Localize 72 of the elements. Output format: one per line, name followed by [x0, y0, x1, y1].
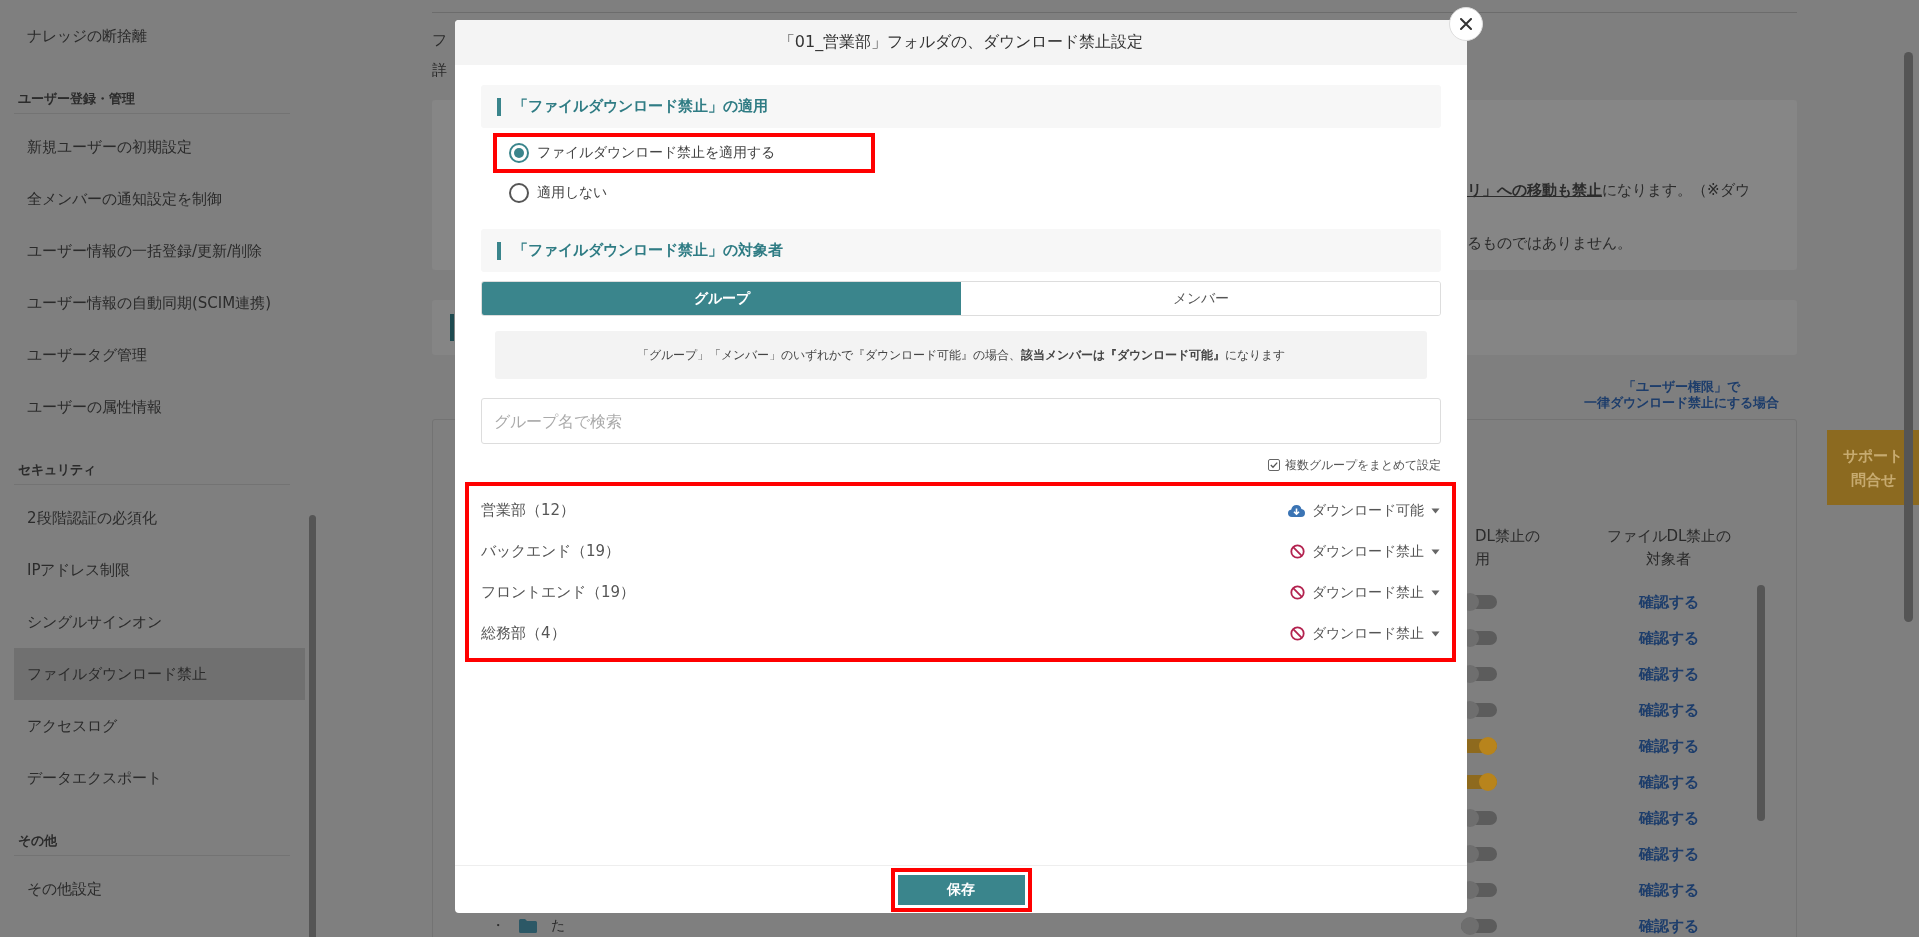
tab[interactable]: グループ — [482, 282, 961, 315]
sidebar-section-title: その他 — [14, 804, 290, 856]
caret-icon — [1431, 507, 1440, 514]
scrollbar[interactable] — [1757, 585, 1765, 821]
group-name: フロントエンド（19） — [481, 583, 636, 602]
intro-text: フ — [432, 30, 447, 51]
group-name: 総務部（4） — [481, 624, 566, 643]
active-tab-marker — [450, 314, 454, 341]
sidebar-item[interactable]: ユーザーの属性情報 — [14, 381, 305, 433]
caret-icon — [1431, 589, 1440, 596]
sidebar-item[interactable]: データエクスポート — [14, 752, 305, 804]
status-dropdown[interactable]: ダウンロード禁止 — [1290, 583, 1440, 602]
confirm-link[interactable]: 確認する — [1639, 844, 1699, 863]
section-heading: 「ファイルダウンロード禁止」の適用 — [481, 85, 1441, 128]
checkbox-option[interactable]: 複数グループをまとめて設定 — [1268, 456, 1441, 474]
user-permission-link[interactable]: 「ユーザー権限」で 一律ダウンロード禁止にする場合 — [1584, 379, 1779, 411]
sidebar-item[interactable]: アクセスログ — [14, 700, 305, 752]
folder-name[interactable]: た — [551, 917, 565, 935]
cloud-download-icon — [1288, 504, 1305, 517]
radio-option[interactable]: 適用しない — [509, 183, 607, 203]
sidebar-item[interactable]: 2段階認証の必須化 — [14, 492, 305, 544]
caret-icon — [1431, 630, 1440, 637]
confirm-link[interactable]: 確認する — [1639, 772, 1699, 791]
scrollbar[interactable] — [309, 515, 316, 937]
intro-text: 詳 — [432, 60, 447, 81]
modal-title: 「01_営業部」フォルダの、ダウンロード禁止設定 — [778, 32, 1144, 53]
section-heading: 「ファイルダウンロード禁止」の対象者 — [481, 229, 1441, 272]
search-field[interactable]: グループ名で検索 — [481, 398, 1441, 444]
notice-text: リ」への移動も禁止になります。（※ダウ — [1467, 180, 1750, 201]
checkbox-icon[interactable] — [1268, 459, 1280, 471]
notice-text: るものではありません。 — [1467, 233, 1632, 254]
prohibited-icon — [1290, 544, 1305, 559]
sidebar-section-title: ユーザー登録・管理 — [14, 62, 290, 114]
toggle-switch[interactable] — [1461, 919, 1497, 933]
confirm-link[interactable]: 確認する — [1639, 664, 1699, 683]
radio-option[interactable]: ファイルダウンロード禁止を適用する — [509, 143, 775, 163]
column-header: DL禁止の 用 — [1475, 526, 1540, 570]
sidebar-item[interactable]: ナレッジの断捨離 — [14, 10, 305, 62]
sidebar-item[interactable]: ユーザー情報の自動同期(SCIM連携) — [14, 277, 305, 329]
prohibited-icon — [1290, 585, 1305, 600]
status-dropdown[interactable]: ダウンロード禁止 — [1290, 542, 1440, 561]
confirm-link[interactable]: 確認する — [1639, 700, 1699, 719]
sidebar-item[interactable]: シングルサインオン — [14, 596, 305, 648]
group-name: 営業部（12） — [481, 501, 576, 520]
sidebar-item[interactable]: IPアドレス制限 — [14, 544, 305, 596]
confirm-link[interactable]: 確認する — [1639, 808, 1699, 827]
close-button[interactable] — [1449, 7, 1483, 41]
status-dropdown[interactable]: ダウンロード可能 — [1288, 501, 1440, 520]
confirm-link[interactable]: 確認する — [1639, 736, 1699, 755]
list-bullet: ・ — [491, 917, 505, 935]
info-text: 「グループ」「メンバー」のいずれかで『ダウンロード可能』の場合、該当メンバーは『ダウンロード可能』になります — [637, 346, 1285, 364]
support-button[interactable]: サポート 問合せ — [1827, 430, 1919, 505]
close-icon — [1460, 18, 1472, 30]
prohibited-icon — [1290, 626, 1305, 641]
confirm-link[interactable]: 確認する — [1639, 916, 1699, 935]
column-header: ファイルDL禁止の 対象者 — [1606, 526, 1732, 570]
sidebar-item[interactable]: ユーザー情報の一括登録/更新/削除 — [14, 225, 305, 277]
confirm-link[interactable]: 確認する — [1639, 880, 1699, 899]
sidebar-item[interactable]: その他設定 — [14, 863, 305, 915]
status-dropdown[interactable]: ダウンロード禁止 — [1290, 624, 1440, 643]
folder-icon — [519, 919, 537, 933]
sidebar-item[interactable]: ユーザータグ管理 — [14, 329, 305, 381]
sidebar-item[interactable]: 新規ユーザーの初期設定 — [14, 121, 305, 173]
sidebar-section-title: セキュリティ — [14, 433, 290, 485]
sidebar-item[interactable]: ファイルダウンロード禁止 — [14, 648, 305, 700]
caret-icon — [1431, 548, 1440, 555]
confirm-link[interactable]: 確認する — [1639, 592, 1699, 611]
group-name: バックエンド（19） — [481, 542, 621, 561]
save-button[interactable]: 保存 — [897, 874, 1025, 905]
confirm-link[interactable]: 確認する — [1639, 628, 1699, 647]
scrollbar[interactable] — [1904, 52, 1913, 622]
sidebar-item[interactable]: 全メンバーの通知設定を制御 — [14, 173, 305, 225]
